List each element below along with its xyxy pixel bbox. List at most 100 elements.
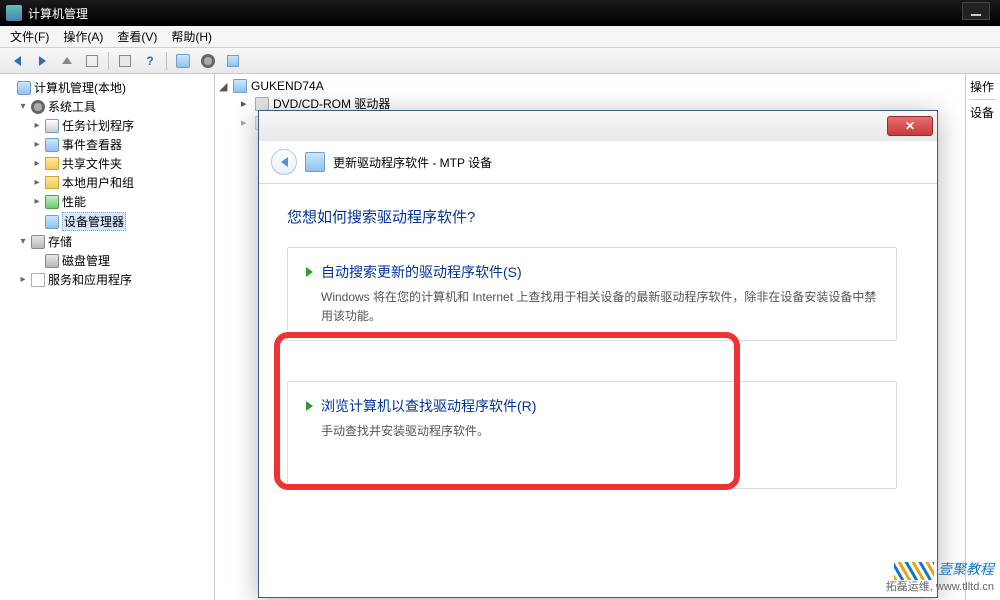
device-label: GUKEND74A xyxy=(251,79,324,93)
menu-file[interactable]: 文件(F) xyxy=(4,26,55,47)
tree-label: 服务和应用程序 xyxy=(48,271,132,288)
tree-label: 设备管理器 xyxy=(62,212,126,231)
dialog-body: 您想如何搜索驱动程序软件? 自动搜索更新的驱动程序软件(S) Windows 将… xyxy=(259,184,937,533)
tree-label: 共享文件夹 xyxy=(62,155,122,172)
toolbar-divider xyxy=(108,52,109,70)
dialog-title: 更新驱动程序软件 - MTP 设备 xyxy=(333,154,492,171)
gear-icon xyxy=(201,54,215,68)
close-button[interactable]: ✕ xyxy=(887,116,933,136)
menu-action[interactable]: 操作(A) xyxy=(57,26,109,47)
toolbar-help[interactable]: ? xyxy=(139,50,161,72)
tree-system-tools[interactable]: ▾ 系统工具 xyxy=(4,97,210,116)
expand-icon[interactable]: ▸ xyxy=(32,177,42,188)
tree-label: 事件查看器 xyxy=(62,136,122,153)
toolbar-forward[interactable] xyxy=(31,50,53,72)
tree-device-manager[interactable]: 设备管理器 xyxy=(4,211,210,232)
storage-icon xyxy=(31,235,45,249)
tree-label: 本地用户和组 xyxy=(62,174,134,191)
collapse-icon[interactable]: ▾ xyxy=(18,101,28,112)
device-manager-icon xyxy=(45,215,59,229)
dialog-titlebar: ✕ xyxy=(259,111,937,141)
device-root[interactable]: ◢ GUKEND74A xyxy=(219,78,961,94)
tree-label: 存储 xyxy=(48,233,72,250)
gear-icon xyxy=(31,100,45,114)
tree-root[interactable]: 计算机管理(本地) xyxy=(4,78,210,97)
tree-label: 性能 xyxy=(62,193,86,210)
arrow-left-icon xyxy=(14,56,21,66)
option-desc: 手动查找并安装驱动程序软件。 xyxy=(306,422,878,441)
tree-label: 系统工具 xyxy=(48,98,96,115)
collapse-icon[interactable]: ▾ xyxy=(18,236,28,247)
tree-local-users[interactable]: ▸ 本地用户和组 xyxy=(4,173,210,192)
left-tree-pane: 计算机管理(本地) ▾ 系统工具 ▸ 任务计划程序 ▸ 事件查看器 ▸ 共享文件… xyxy=(0,74,215,600)
tree-performance[interactable]: ▸ 性能 xyxy=(4,192,210,211)
pane-icon xyxy=(86,55,98,67)
expand-icon[interactable]: ▸ xyxy=(32,120,42,131)
watermark-url: www.tlltd.cn xyxy=(936,581,994,593)
tree-disk-management[interactable]: 磁盘管理 xyxy=(4,251,210,270)
tree-label: 任务计划程序 xyxy=(62,117,134,134)
toolbar-divider xyxy=(166,52,167,70)
tree-storage[interactable]: ▾ 存储 xyxy=(4,232,210,251)
menu-view[interactable]: 查看(V) xyxy=(111,26,163,47)
expand-icon[interactable]: ▸ xyxy=(241,97,251,110)
menu-help[interactable]: 帮助(H) xyxy=(165,26,218,47)
back-button[interactable] xyxy=(271,149,297,175)
tree-event-viewer[interactable]: ▸ 事件查看器 xyxy=(4,135,210,154)
toolbar: ? xyxy=(0,48,1000,74)
expand-icon[interactable]: ▸ xyxy=(18,274,28,285)
expand-icon[interactable]: ▸ xyxy=(32,196,42,207)
watermark-logo-icon xyxy=(894,562,934,580)
arrow-up-icon xyxy=(62,57,72,64)
option-auto-search[interactable]: 自动搜索更新的驱动程序软件(S) Windows 将在您的计算机和 Intern… xyxy=(287,247,897,341)
toolbar-properties[interactable] xyxy=(114,50,136,72)
toolbar-up[interactable] xyxy=(56,50,78,72)
expand-icon[interactable]: ▸ xyxy=(32,158,42,169)
window-title: 计算机管理 xyxy=(28,5,88,22)
minimize-button[interactable] xyxy=(962,2,990,20)
toolbar-show-hide[interactable] xyxy=(81,50,103,72)
watermark: 壹聚教程 拓磊运维, www.tlltd.cn xyxy=(886,560,994,594)
expand-icon[interactable]: ▸ xyxy=(241,116,251,129)
tree-task-scheduler[interactable]: ▸ 任务计划程序 xyxy=(4,116,210,135)
toolbar-btn-a[interactable] xyxy=(172,50,194,72)
arrow-right-icon xyxy=(39,56,46,66)
watermark-brand: 壹聚教程 xyxy=(938,561,994,577)
actions-item[interactable]: 设备 xyxy=(970,104,996,121)
close-icon: ✕ xyxy=(905,119,915,133)
driver-icon xyxy=(305,152,325,172)
dvd-icon xyxy=(255,97,269,111)
option-browse-computer[interactable]: 浏览计算机以查找驱动程序软件(R) 手动查找并安装驱动程序软件。 xyxy=(287,381,897,489)
app-icon xyxy=(6,5,22,21)
actions-pane: 操作 设备 xyxy=(965,74,1000,600)
window-titlebar: 计算机管理 xyxy=(0,0,1000,26)
option-title: 浏览计算机以查找驱动程序软件(R) xyxy=(306,396,878,416)
option-title: 自动搜索更新的驱动程序软件(S) xyxy=(306,262,878,282)
bullet-icon xyxy=(306,401,313,411)
expand-icon[interactable]: ▸ xyxy=(32,139,42,150)
driver-update-dialog: ✕ 更新驱动程序软件 - MTP 设备 您想如何搜索驱动程序软件? 自动搜索更新… xyxy=(258,110,938,598)
arrow-left-icon xyxy=(281,157,288,167)
computer-icon xyxy=(233,79,247,93)
bullet-icon xyxy=(306,267,313,277)
toolbar-back[interactable] xyxy=(6,50,28,72)
menubar: 文件(F) 操作(A) 查看(V) 帮助(H) xyxy=(0,26,1000,48)
toolbar-btn-b[interactable] xyxy=(197,50,219,72)
toolbar-btn-c[interactable] xyxy=(222,50,244,72)
tree-label: 磁盘管理 xyxy=(62,252,110,269)
clock-icon xyxy=(45,119,59,133)
tree-services-apps[interactable]: ▸ 服务和应用程序 xyxy=(4,270,210,289)
dialog-question: 您想如何搜索驱动程序软件? xyxy=(287,206,909,227)
option-title-text: 自动搜索更新的驱动程序软件(S) xyxy=(321,262,522,282)
dialog-header: 更新驱动程序软件 - MTP 设备 xyxy=(259,141,937,184)
folder-icon xyxy=(45,157,59,170)
event-icon xyxy=(45,138,59,152)
option-title-text: 浏览计算机以查找驱动程序软件(R) xyxy=(321,396,536,416)
collapse-icon[interactable]: ◢ xyxy=(219,80,229,93)
computer-icon xyxy=(176,54,190,68)
actions-header: 操作 xyxy=(970,78,996,100)
tree-shared-folders[interactable]: ▸ 共享文件夹 xyxy=(4,154,210,173)
device-icon xyxy=(227,55,239,67)
users-icon xyxy=(45,176,59,189)
watermark-line2: 拓磊运维 xyxy=(886,581,930,593)
